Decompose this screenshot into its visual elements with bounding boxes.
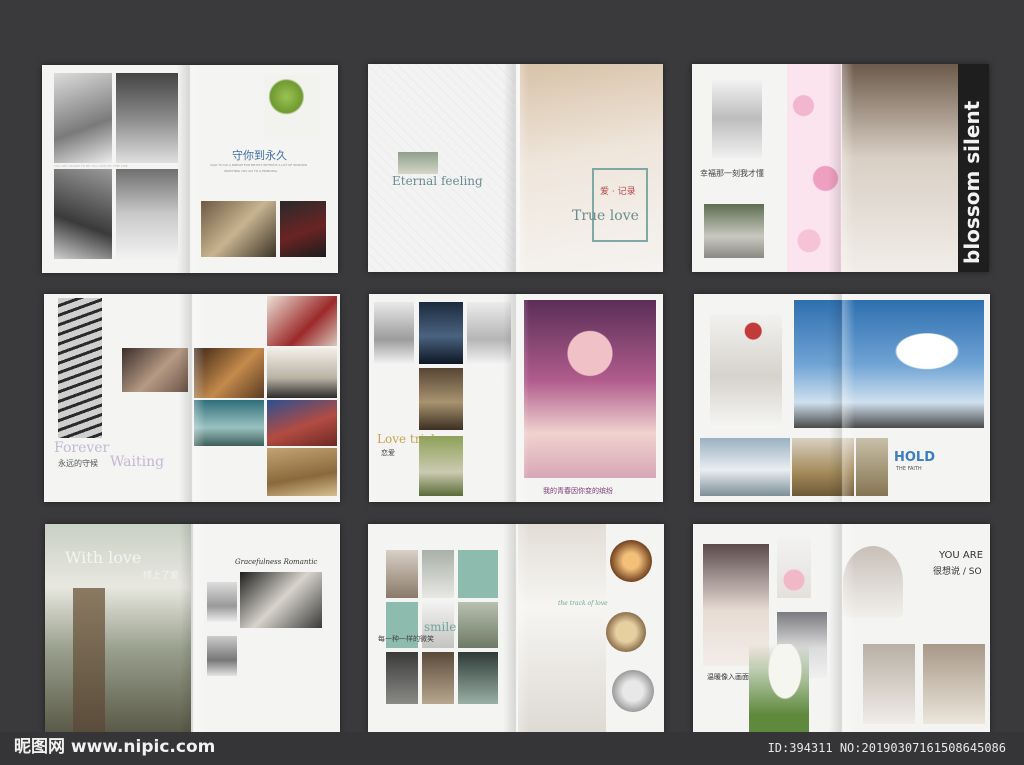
title-true-love: True love: [572, 208, 639, 224]
photo-bride-veil: [422, 550, 454, 598]
photo-love-letters: [267, 296, 337, 346]
photo-birdcage: [207, 582, 237, 622]
photo-bride-closeup: [207, 636, 237, 676]
caption-happiness: 幸福那一刻我才懂: [700, 169, 764, 178]
caption-line-1: CIAO TU DO A DREAM FOR ME PUT WITHOUT A …: [210, 163, 308, 167]
label-love-cn: 爱 · 记录: [600, 187, 636, 197]
photo-bride-outdoor: [116, 169, 178, 259]
photo-bride-sitting: [54, 169, 112, 259]
title-eternal-feeling: Eternal feeling: [392, 174, 483, 188]
photo-spiral-stair: [58, 298, 102, 438]
photo-flower-crown-bride: [524, 300, 656, 478]
photo-bride-roses: [710, 314, 782, 428]
album-spread-4[interactable]: Forever 永远的守候 Waiting: [44, 294, 340, 502]
album-spread-1[interactable]: YOU ARE CROWD TO BE YOU LOOK MY TIME LIN…: [42, 65, 338, 273]
photo-circle-lying: [612, 670, 654, 712]
caption-the-faith: THE FAITH: [896, 466, 922, 472]
photo-couple-garden: [704, 204, 764, 258]
photo-bride-bench: [386, 550, 418, 598]
photo-pink-blossoms: [787, 64, 842, 272]
photo-bride-window: [842, 64, 958, 272]
photo-sky-couple-boat: [794, 300, 984, 428]
shape-clocktower: [73, 588, 105, 732]
watermark-bar: 昵图网 www.nipic.com ID:394311 NO:201903071…: [0, 732, 1024, 765]
photo-couple-red: [280, 201, 326, 257]
photo-couple-closeup: [122, 348, 188, 392]
caption-cn-with-love: 倾上了爱: [143, 571, 180, 581]
photo-sea-teal: [194, 400, 264, 446]
album-spread-7[interactable]: With love 倾上了爱 Gracefulness Romantic: [45, 524, 340, 732]
photo-couple-smile: [458, 652, 498, 704]
album-spread-9[interactable]: 温暖像入画面 YOU ARE 很想说 / SO: [693, 524, 990, 732]
photo-umbrella-night: [419, 302, 463, 364]
block-teal-1: [458, 550, 498, 598]
title-smile: smile: [424, 620, 457, 634]
title-you-are: YOU ARE: [939, 550, 984, 561]
photo-couple-dark: [386, 652, 418, 704]
photo-red-building: [267, 400, 337, 446]
photo-white-lily: [749, 644, 809, 732]
nipic-logo: 昵图网 www.nipic.com: [14, 737, 216, 757]
caption-line-3: YOU ARE CROWD TO BE YOU LOOK MY TIME LIN…: [54, 164, 128, 168]
title-hold: HOLD: [894, 450, 936, 465]
caption-cn-warm: 温暖像入画面: [707, 673, 749, 681]
caption-cn-so: 很想说 / SO: [933, 567, 982, 577]
photo-circle-blonde: [606, 612, 646, 652]
album-spread-3[interactable]: 幸福那一刻我才懂 blossom silent: [692, 64, 989, 272]
photo-bride-gown: [54, 73, 112, 163]
photo-kiss-warm: [194, 348, 264, 398]
photo-bride-circle-1: [863, 644, 915, 724]
image-id: ID:394311 NO:20190307161508645086: [767, 741, 1006, 755]
photo-couple-doorway: [419, 368, 463, 430]
photo-circle-chandelier: [610, 540, 652, 582]
caption-cn-forever: 永远的守候: [58, 459, 98, 468]
title-with-love: With love: [65, 548, 142, 567]
photo-bride-outdoor-2: [458, 602, 498, 648]
photo-couple-field: [419, 436, 463, 496]
vertical-title-blossom-silent: blossom silent: [960, 100, 984, 264]
photo-road-sign: [792, 438, 854, 496]
photo-bride-sitting-round: [843, 546, 903, 618]
photo-bride-lying: [240, 572, 322, 628]
photo-couple-silhouette: [267, 348, 337, 398]
caption-cn-smile: 每一种一样的微笑: [378, 635, 434, 643]
photo-bride-back-lace: [518, 524, 606, 732]
caption-cn-youth: 我的青春因你变的缤纷: [543, 487, 613, 495]
photo-birdcage-flowers: [777, 538, 811, 598]
photo-bride-standing: [116, 73, 178, 163]
title-forever: Forever: [54, 440, 110, 456]
photo-couple-portrait: [422, 652, 454, 704]
photo-chair-flowers: [264, 75, 320, 137]
photo-bride-sitting-white: [374, 302, 414, 364]
caption-line-2: WATCHING YOU GO TO A PRINCIPAL: [224, 169, 278, 173]
pattern-left-page: [368, 64, 515, 272]
photo-couple-gown: [201, 201, 276, 257]
title-waiting: Waiting: [110, 454, 165, 470]
album-spread-6[interactable]: HOLD THE FAITH: [694, 294, 990, 502]
photo-couple-walk: [856, 438, 888, 496]
photo-sunglasses-sand: [267, 448, 337, 496]
script-gracefulness: Gracefulness Romantic: [235, 558, 318, 566]
album-spread-5[interactable]: Love trick 恋爱 我的青春因你变的缤纷: [369, 294, 663, 502]
caption-cn-love: 恋爱: [381, 449, 395, 457]
frame-box: [592, 168, 648, 242]
photo-bride-arms-up: [712, 78, 762, 158]
script-track-of-love: the track of love: [558, 600, 608, 607]
photo-small-scene: [398, 152, 438, 174]
photo-bride-gown-stand: [467, 302, 511, 364]
photo-swan-lake: [700, 438, 790, 496]
album-spread-2[interactable]: Eternal feeling 爱 · 记录 True love: [368, 64, 663, 272]
page-title-cn: 守你到永久: [232, 149, 287, 162]
photo-bride-circle-2: [923, 644, 985, 724]
album-spread-8[interactable]: smile 每一种一样的微笑 the track of love: [368, 524, 664, 732]
